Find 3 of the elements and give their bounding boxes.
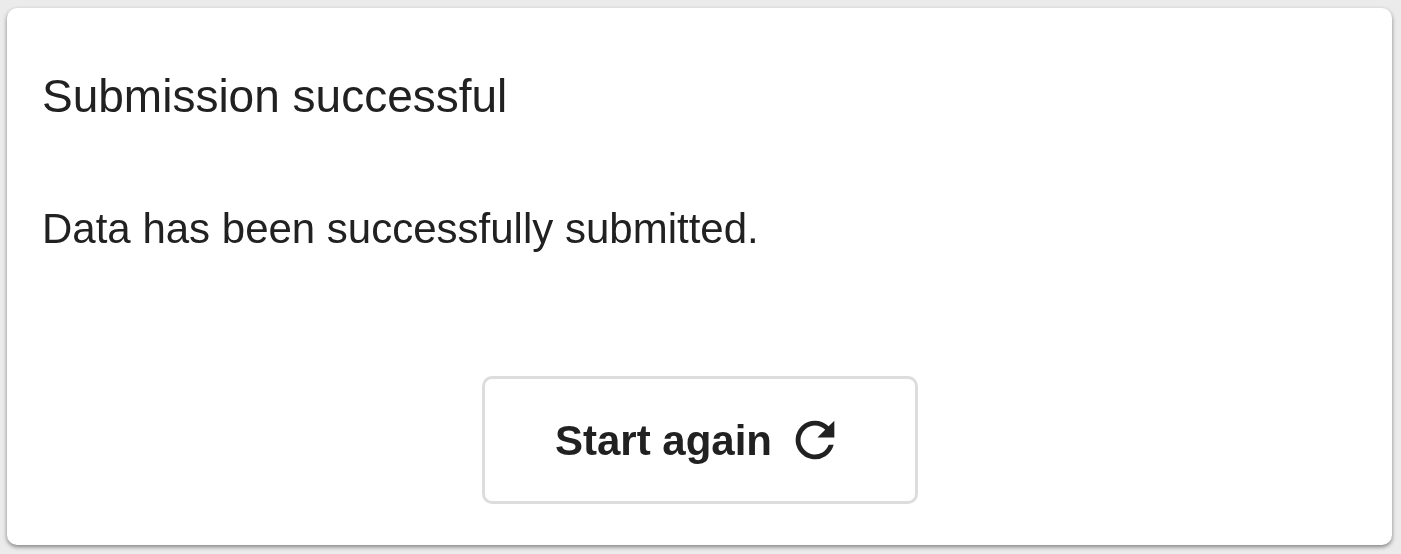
- card-title: Submission successful: [42, 69, 508, 124]
- start-again-button[interactable]: Start again: [481, 376, 918, 504]
- message-text: Data has been successfully submitted.: [42, 204, 759, 254]
